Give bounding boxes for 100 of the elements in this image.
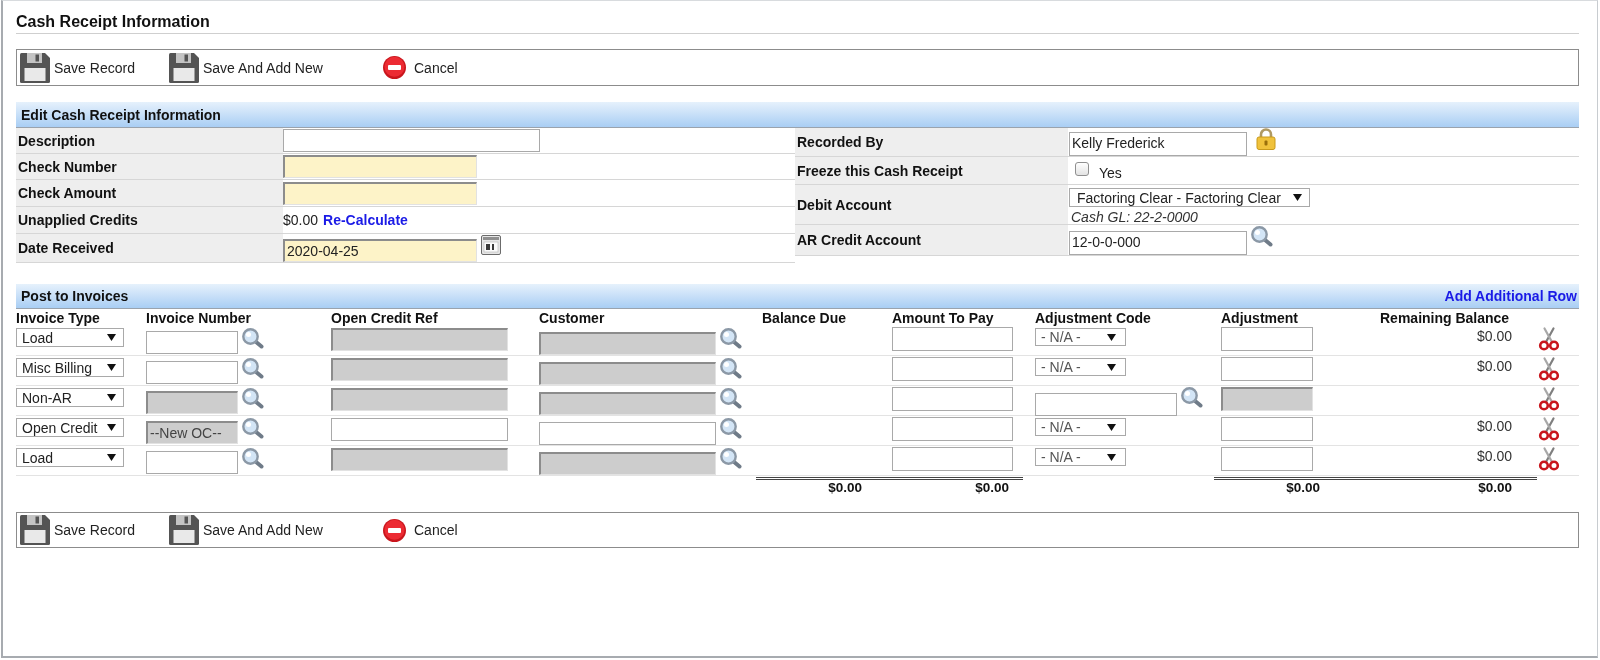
balance-amount: $0.00 [1476, 448, 1512, 464]
dropdown[interactable]: Load [16, 448, 124, 467]
dropdown[interactable]: - N/A - [1035, 358, 1126, 376]
text-field[interactable] [892, 327, 1013, 351]
search-icon[interactable] [1181, 387, 1203, 408]
dropdown[interactable]: Load [16, 328, 124, 347]
calendar-icon[interactable] [481, 235, 501, 255]
dropdown[interactable]: Misc Billing [16, 358, 124, 377]
search-icon[interactable] [720, 418, 742, 439]
field-label: Check Amount [16, 180, 283, 206]
no-entry-icon [383, 56, 406, 79]
cancel-button[interactable]: Cancel [383, 518, 458, 542]
recalculate-link[interactable]: Re-Calculate [323, 212, 408, 228]
text-field[interactable] [1221, 357, 1313, 381]
cancel-button[interactable]: Cancel [383, 56, 458, 79]
field-label: Date Received [16, 234, 283, 262]
column-header: Invoice Number [146, 310, 252, 326]
total-amount: $0.00 [828, 481, 862, 495]
scissors-icon[interactable] [1538, 387, 1560, 411]
field-label: AR Credit Account [795, 225, 1068, 255]
caret-icon [107, 364, 116, 371]
search-icon[interactable] [242, 388, 264, 409]
scissors-icon[interactable] [1538, 327, 1560, 351]
page-title: Cash Receipt Information [16, 13, 210, 30]
caret-icon [1107, 333, 1116, 341]
search-icon[interactable] [242, 418, 264, 439]
text-field[interactable] [146, 451, 238, 474]
search-icon[interactable] [1251, 226, 1273, 247]
balance-amount: $0.00 [1476, 418, 1512, 434]
save-and-add-new-button[interactable]: Save And Add New [169, 52, 323, 83]
search-icon[interactable] [242, 448, 264, 469]
text-field[interactable]: Kelly Frederick [1069, 132, 1247, 156]
add-row-link[interactable]: Add Additional Row [1444, 288, 1577, 304]
text-field[interactable] [283, 181, 477, 205]
balance-amount: $0.00 [1476, 358, 1512, 374]
caret-icon [107, 394, 116, 401]
text-field[interactable] [331, 418, 508, 441]
amount-text: $0.00 [283, 212, 319, 228]
padlock-icon [1256, 128, 1276, 150]
search-icon[interactable] [720, 388, 742, 409]
balance-amount: $0.00 [1476, 328, 1512, 344]
checkbox[interactable] [1075, 161, 1089, 176]
text-field[interactable] [146, 361, 238, 384]
column-header: Invoice Type [16, 310, 100, 326]
dropdown[interactable]: Open Credit [16, 418, 124, 437]
section-title: Edit Cash Receipt Information [21, 106, 221, 123]
column-header: Customer [539, 310, 605, 326]
dropdown[interactable]: - N/A - [1035, 448, 1126, 466]
field-label: Description [16, 128, 283, 153]
scissors-icon[interactable] [1538, 357, 1560, 381]
caret-icon [107, 334, 116, 341]
dropdown[interactable]: - N/A - [1035, 418, 1126, 436]
text-field[interactable] [892, 447, 1013, 471]
no-entry-icon [383, 518, 406, 542]
text-field[interactable] [1221, 417, 1313, 441]
save-record-button[interactable]: Save Record [20, 515, 135, 545]
text-field[interactable] [283, 129, 540, 152]
field-label: Debit Account [795, 185, 1068, 224]
total-amount: $0.00 [975, 481, 1009, 495]
total-amount: $0.00 [1286, 481, 1320, 495]
search-icon[interactable] [720, 328, 742, 349]
field-label: Check Number [16, 154, 283, 179]
dropdown[interactable]: Factoring Clear - Factoring Clear [1069, 188, 1310, 207]
caret-icon [107, 454, 116, 461]
scissors-icon[interactable] [1538, 447, 1560, 471]
field-label: Unapplied Credits [16, 207, 283, 233]
text-field[interactable] [892, 387, 1013, 411]
scissors-icon[interactable] [1538, 417, 1560, 441]
search-icon[interactable] [242, 328, 264, 349]
date-field[interactable]: 2020-04-25 [283, 239, 477, 262]
total-amount: $0.00 [1478, 481, 1512, 495]
column-header: Adjustment [1221, 310, 1298, 326]
dropdown[interactable]: Non-AR [16, 388, 124, 407]
text-field[interactable]: 12-0-0-000 [1069, 230, 1247, 255]
save-and-add-new-button[interactable]: Save And Add New [169, 515, 323, 545]
field-label: Freeze this Cash Receipt [795, 157, 1068, 184]
checkbox-label: Yes [1099, 164, 1122, 181]
column-header: Adjustment Code [1035, 310, 1151, 326]
search-icon[interactable] [720, 358, 742, 379]
section-title: Post to Invoices [21, 288, 129, 304]
text-field[interactable] [1035, 393, 1177, 416]
text-field[interactable] [1221, 447, 1313, 471]
search-icon[interactable] [242, 358, 264, 379]
save-record-button[interactable]: Save Record [20, 52, 135, 83]
text-field[interactable] [283, 155, 477, 178]
caret-icon [107, 424, 116, 431]
text-field[interactable] [892, 417, 1013, 441]
column-header: Open Credit Ref [331, 310, 438, 326]
column-header: Remaining Balance [1380, 310, 1510, 326]
account-note: Cash GL: 22-2-0000 [1070, 209, 1198, 225]
caret-icon [1107, 363, 1116, 371]
search-icon[interactable] [720, 448, 742, 469]
dropdown[interactable]: - N/A - [1035, 328, 1126, 346]
column-header: Balance Due [762, 310, 847, 326]
text-field[interactable] [1221, 327, 1313, 351]
text-field[interactable] [539, 422, 716, 445]
text-field[interactable] [892, 357, 1013, 381]
text-field[interactable] [146, 331, 238, 354]
column-header: Amount To Pay [892, 310, 994, 326]
field-label: Recorded By [795, 128, 1068, 156]
